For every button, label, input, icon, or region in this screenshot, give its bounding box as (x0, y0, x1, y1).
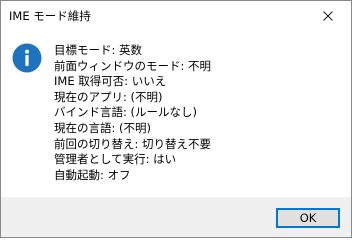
line-bound-language: バインド言語: (ルールなし) (54, 105, 198, 120)
status-lines: 目標モード: 英数 前面ウィンドウのモード: 不明 IME 取得可否: いいえ … (54, 43, 211, 183)
line-target-mode: 目標モード: 英数 (54, 43, 143, 57)
line-autostart: 自動起動: オフ (54, 167, 131, 182)
close-button[interactable] (305, 1, 351, 31)
close-icon (323, 11, 333, 21)
title-bar[interactable]: IME モード維持 (1, 1, 351, 31)
line-current-language: 現在の言語: (不明) (54, 120, 152, 135)
line-last-switch: 前回の切り替え: 切り替え不要 (54, 136, 212, 151)
info-icon (12, 43, 42, 73)
line-ime-available: IME 取得可否: いいえ (54, 74, 167, 89)
line-current-app: 現在のアプリ: (不明) (54, 89, 163, 104)
ok-button[interactable]: OK (276, 208, 340, 228)
line-foreground-mode: 前面ウィンドウのモード: 不明 (54, 58, 212, 73)
window-title: IME モード維持 (9, 9, 91, 23)
message-dialog: IME モード維持 目標モード: 英数 前面ウィンドウのモード: 不明 IME … (0, 0, 352, 238)
button-bar: OK (1, 197, 351, 237)
line-run-as-admin: 管理者として実行: はい (54, 152, 177, 167)
